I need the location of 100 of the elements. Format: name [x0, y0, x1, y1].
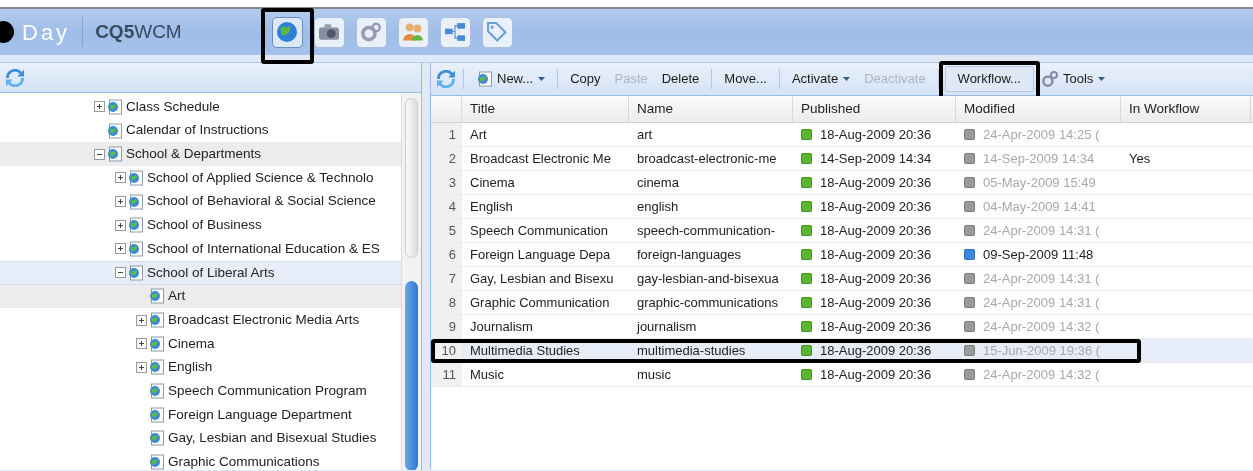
tree-item[interactable]: School of Behavioral & Social Science [0, 189, 401, 214]
tree-item[interactable]: School of International Education & ES [0, 237, 401, 261]
tree-label: Cinema [168, 334, 215, 353]
page-icon [150, 430, 164, 447]
tree-label: Calendar of Instructions [126, 121, 269, 140]
people-icon [403, 22, 424, 42]
tree-item[interactable]: Art [0, 284, 401, 309]
column-header[interactable]: Modified [956, 96, 1121, 122]
date-text: 18-Aug-2009 20:36 [820, 245, 932, 264]
product-name: CQ5WCM [95, 19, 182, 44]
expand-icon [115, 219, 126, 231]
expand-icon [94, 101, 105, 113]
tree-label: School of Business [147, 216, 262, 235]
globe-icon [277, 22, 298, 42]
tree-item[interactable]: Gay, Lesbian and Bisexual Studies [0, 426, 401, 451]
tree-item[interactable]: Broadcast Electronic Media Arts [0, 308, 401, 332]
table-cell-text: journalism [635, 317, 698, 336]
tree-item[interactable]: Graphic Communications [0, 450, 401, 470]
date-text: 09-Sep-2009 11:48 [983, 245, 1094, 264]
date-text: 18-Aug-2009 20:36 [820, 365, 932, 384]
table-row[interactable]: 6 Foreign Language Depa foreign-languages 18-Aug-2009 20:36 09-Sep-2009 11:48 [431, 243, 1253, 267]
expand-icon [136, 338, 147, 350]
date-text: 14-Sep-2009 14:34 [983, 149, 1095, 168]
table-cell-text: speech-communication- [636, 221, 776, 240]
table-cell-text: art [636, 125, 654, 144]
toolbar-button[interactable]: Workflow... [944, 66, 1034, 92]
table-row[interactable]: 4 English english 18-Aug-2009 20:36 04-May-2009 14:41 [431, 195, 1253, 219]
table-cell-text: foreign-languages [636, 245, 743, 264]
table-cell-text: multimedia-studies [636, 341, 747, 360]
date-text: 18-Aug-2009 20:36 [820, 341, 932, 360]
page-icon [129, 217, 143, 234]
toolbar-button[interactable]: Activate [785, 66, 857, 92]
row-number: 3 [431, 171, 462, 194]
page-icon [150, 359, 164, 376]
date-text: 24-Apr-2009 14:32 ( [983, 365, 1100, 384]
row-number: 4 [431, 195, 462, 218]
tree-item[interactable]: Speech Communication Program [0, 379, 401, 403]
column-header[interactable]: In Workflow [1121, 96, 1251, 122]
caret-icon [538, 77, 546, 81]
collapse-icon [115, 267, 126, 279]
row-number: 11 [431, 363, 462, 386]
app-button[interactable] [313, 16, 345, 48]
tree-label: Gay, Lesbian and Bisexual Studies [168, 429, 377, 448]
date-text: 24-Apr-2009 14:32 ( [983, 317, 1100, 336]
expand-icon [115, 196, 126, 208]
tree-item[interactable]: School of Liberal Arts [0, 260, 401, 285]
table-cell-text: Music [469, 365, 505, 384]
hierarchy-icon [445, 22, 466, 42]
page-icon [150, 312, 164, 329]
toolbar-button[interactable]: Tools [1035, 66, 1112, 92]
table-cell-text: Foreign Language Depa [469, 245, 612, 264]
tree-item[interactable]: Class Schedule [0, 95, 401, 119]
gears-icon [361, 22, 382, 42]
collapse-icon [94, 148, 105, 160]
table-row[interactable]: 11 Music music 18-Aug-2009 20:36 24-Apr-2009 14:32 ( [431, 363, 1253, 387]
date-text: 18-Aug-2009 20:36 [820, 269, 932, 288]
toolbar-button[interactable]: New... [472, 66, 552, 92]
table-row[interactable]: 1 Art art 18-Aug-2009 20:36 24-Apr-2009 14:25 ( [431, 123, 1253, 147]
toolbar-button[interactable]: Move... [718, 66, 773, 92]
page-icon [150, 383, 164, 400]
toolbar-button[interactable]: Copy [564, 66, 607, 92]
tree-item[interactable]: Calendar of Instructions [0, 118, 401, 143]
date-text: 24-Apr-2009 14:31 ( [983, 293, 1100, 312]
tree-label: Foreign Language Department [168, 405, 352, 424]
table-row[interactable]: 7 Gay, Lesbian and Bisexu gay-lesbian-and-bisexua 18-Aug-2009 20:36 24-Apr-2009 14:31 ( [431, 267, 1253, 291]
tree-item[interactable]: School & Departments [0, 142, 401, 167]
tree-item[interactable]: Foreign Language Department [0, 402, 401, 427]
refresh-icon [6, 68, 24, 87]
page-icon [129, 169, 143, 186]
page-icon [150, 406, 164, 423]
tree-label: Class Schedule [126, 97, 220, 116]
table-row[interactable]: 8 Graphic Communication graphic-communications 18-Aug-2009 20:36 24-Apr-2009 14:31 ( [431, 291, 1253, 315]
table-row[interactable]: 3 Cinema cinema 18-Aug-2009 20:36 05-May-2009 15:49 [431, 171, 1253, 195]
table-row[interactable]: 5 Speech Communication speech-communication- 18-Aug-2009 20:36 24-Apr-2009 14:31 ( [431, 219, 1253, 243]
row-number: 1 [431, 123, 462, 146]
table-cell-text: Art [469, 125, 488, 144]
date-text: 18-Aug-2009 20:36 [820, 221, 932, 240]
toolbar-button[interactable]: Delete [655, 66, 706, 92]
table-cell-text: English [469, 197, 514, 216]
column-header[interactable]: Name [629, 96, 793, 122]
tree-item[interactable]: School of Applied Science & Technolo [0, 166, 401, 190]
row-number: 2 [431, 147, 462, 170]
row-number: 6 [431, 243, 462, 266]
table-cell: Yes [1129, 150, 1151, 166]
table-row[interactable]: 2 Broadcast Electronic Me broadcast-electronic-me 14-Sep-2009 14:34 14-Sep-2009 14:34 Yes [431, 147, 1253, 171]
scrollbar[interactable] [401, 93, 421, 470]
tree-item[interactable]: School of Business [0, 213, 401, 238]
tree-item[interactable]: Cinema [0, 331, 401, 356]
table-cell-text: Journalism [469, 317, 534, 336]
column-header[interactable]: Title [462, 96, 629, 122]
date-text: 24-Apr-2009 14:25 ( [983, 125, 1100, 144]
date-text: 18-Aug-2009 20:36 [820, 317, 932, 336]
page-icon [108, 146, 122, 163]
date-text: 05-May-2009 15:49 [983, 173, 1096, 192]
column-header[interactable]: Published [793, 96, 956, 122]
table-cell-text: Multimedia Studies [469, 341, 581, 360]
tree-item[interactable]: English [0, 355, 401, 380]
table-cell-text: Broadcast Electronic Me [469, 149, 612, 168]
tree-label: School of Behavioral & Social Science [147, 192, 376, 211]
table-row[interactable]: 9 Journalism journalism 18-Aug-2009 20:36 24-Apr-2009 14:32 ( [431, 315, 1253, 339]
